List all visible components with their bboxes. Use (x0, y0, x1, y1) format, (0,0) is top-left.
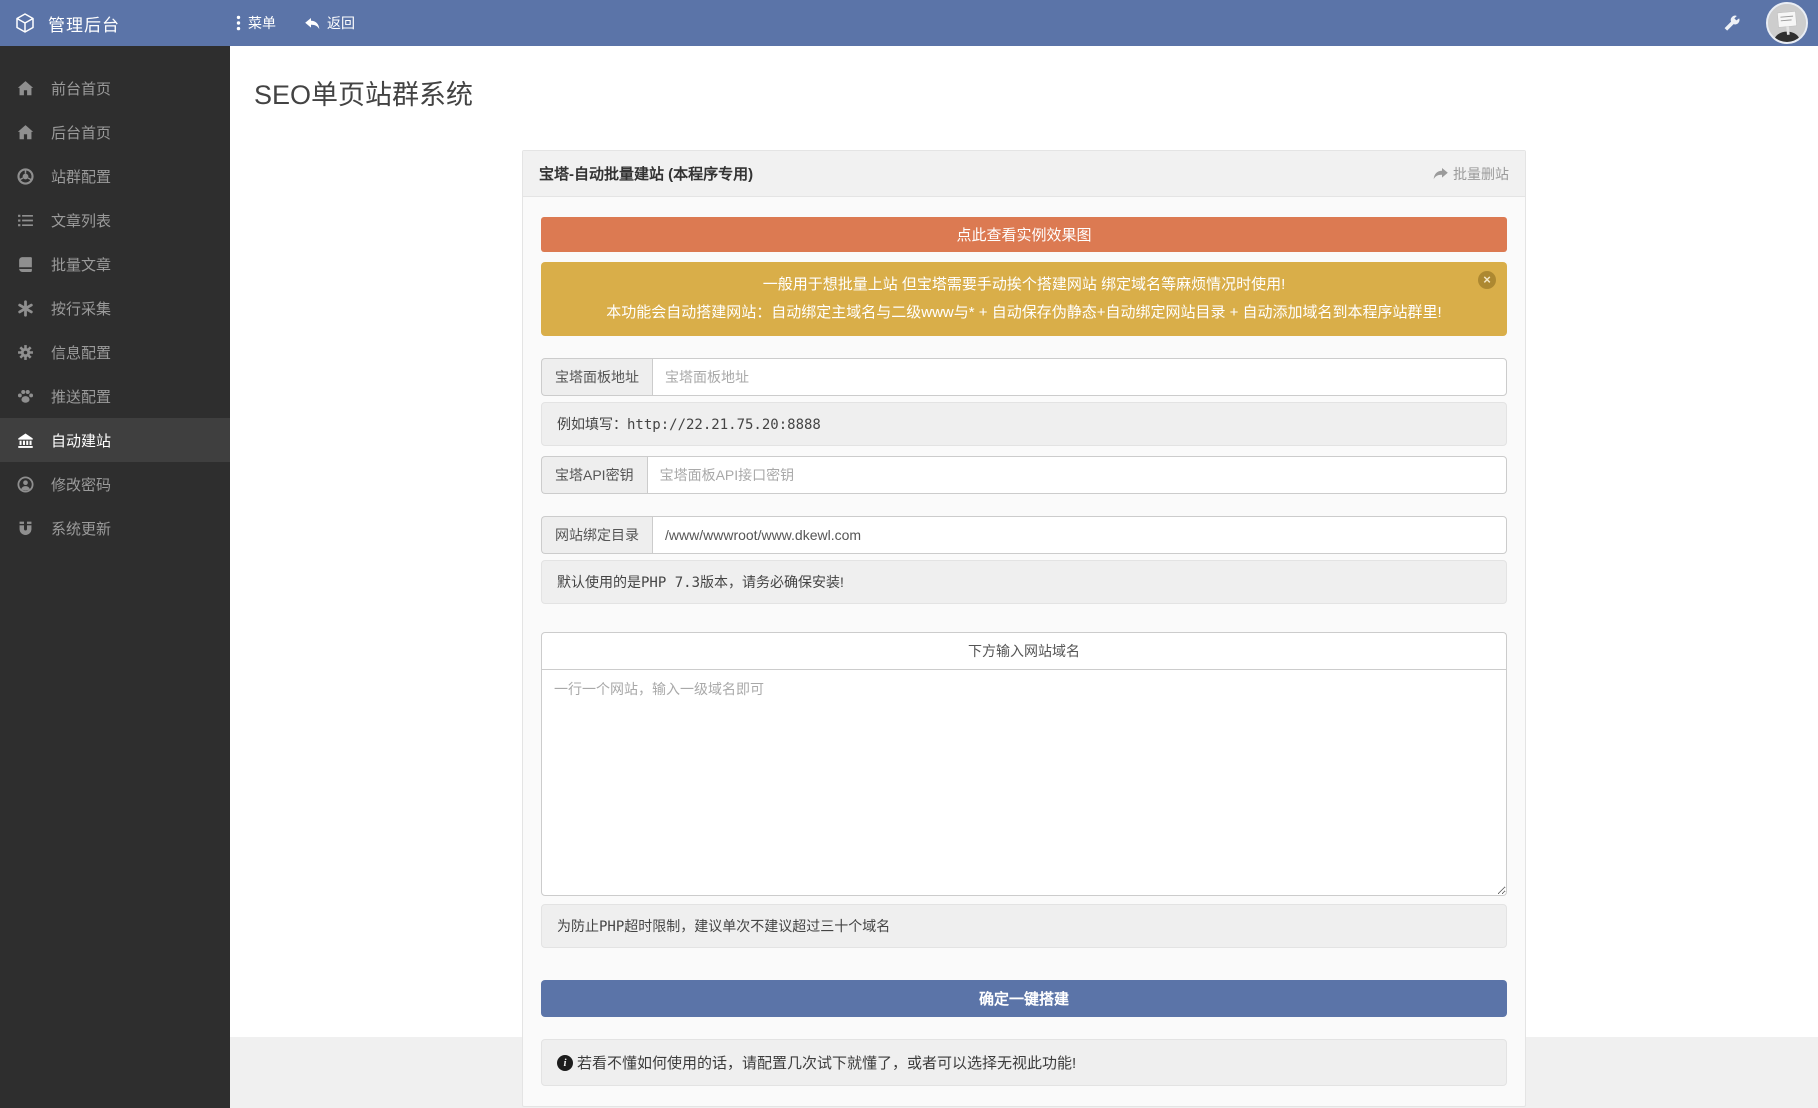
batch-delete-link[interactable]: 批量删站 (1433, 164, 1509, 184)
sidebar-item-label: 推送配置 (51, 386, 111, 407)
submit-build-button[interactable]: 确定一键搭建 (541, 980, 1507, 1017)
baota-panel: 宝塔-自动批量建站 (本程序专用) 批量删站 点此查看实例效果图 × 一般用于想… (522, 150, 1526, 1107)
php-version: PHP 7.3 (641, 575, 700, 591)
panel-url-label: 宝塔面板地址 (541, 358, 652, 396)
domains-header: 下方输入网站域名 (541, 632, 1507, 669)
list-icon (17, 212, 34, 229)
sidebar-item-batch-articles[interactable]: 批量文章 (0, 242, 230, 286)
api-key-label: 宝塔API密钥 (541, 456, 647, 494)
info-icon: i (557, 1055, 573, 1071)
sidebar-item-label: 自动建站 (51, 430, 111, 451)
php-version-help: 默认使用的是PHP 7.3版本，请务必确保安装! (541, 560, 1507, 604)
brand-title: 管理后台 (48, 11, 120, 36)
book-icon (17, 256, 34, 273)
bind-dir-label: 网站绑定目录 (541, 516, 652, 554)
footer-note: i 若看不懂如何使用的话，请配置几次试下就懂了，或者可以选择无视此功能! (541, 1039, 1507, 1086)
menu-label: 菜单 (248, 13, 276, 33)
domains-limit-help: 为防止PHP超时限制，建议单次不建议超过三十个域名 (541, 904, 1507, 948)
close-icon[interactable]: × (1478, 271, 1496, 289)
home-icon (17, 80, 34, 97)
main-content: SEO单页站群系统 宝塔-自动批量建站 (本程序专用) 批量删站 点此查看实例效… (230, 46, 1818, 1108)
sidebar-item-label: 按行采集 (51, 298, 111, 319)
ellipsis-v-icon (236, 15, 241, 31)
domains-textarea[interactable] (541, 669, 1507, 896)
sidebar-item-line-collect[interactable]: 按行采集 (0, 286, 230, 330)
panel-heading: 宝塔-自动批量建站 (本程序专用) 批量删站 (523, 151, 1525, 197)
sidebar-item-label: 后台首页 (51, 122, 111, 143)
sidebar-item-label: 前台首页 (51, 78, 111, 99)
sidebar-item-auto-build[interactable]: 自动建站 (0, 418, 230, 462)
bind-dir-input[interactable] (652, 516, 1507, 554)
panel-url-input[interactable] (652, 358, 1507, 396)
home-icon (17, 124, 34, 141)
paw-icon (17, 388, 34, 405)
footer-note-text: 若看不懂如何使用的话，请配置几次试下就懂了，或者可以选择无视此功能! (577, 1052, 1076, 1073)
bank-icon (17, 432, 34, 449)
sidebar-item-front-home[interactable]: 前台首页 (0, 66, 230, 110)
sidebar-item-label: 站群配置 (51, 166, 111, 187)
top-navbar: 管理后台 菜单 返回 (0, 0, 1818, 46)
example-url: http://22.21.75.20:8888 (627, 417, 821, 433)
brand[interactable]: 管理后台 (0, 11, 230, 36)
sidebar-item-label: 信息配置 (51, 342, 111, 363)
example-image-button[interactable]: 点此查看实例效果图 (541, 217, 1507, 252)
reply-arrow-icon (304, 16, 320, 31)
php-label: PHP (599, 919, 624, 935)
api-key-input[interactable] (647, 456, 1507, 494)
gear-icon (17, 344, 34, 361)
menu-toggle[interactable]: 菜单 (236, 13, 276, 33)
user-circle-icon (17, 476, 34, 493)
sidebar-item-push-config[interactable]: 推送配置 (0, 374, 230, 418)
magnet-icon (17, 520, 34, 537)
panel-title: 宝塔-自动批量建站 (本程序专用) (539, 163, 753, 184)
sidebar-item-label: 修改密码 (51, 474, 111, 495)
asterisk-icon (17, 300, 34, 317)
chrome-icon (17, 168, 34, 185)
sidebar-item-info-config[interactable]: 信息配置 (0, 330, 230, 374)
alert-line-2: 本功能会自动搭建网站：自动绑定主域名与二级www与* + 自动保存伪静态+自动绑… (593, 299, 1455, 327)
alert-line-1: 一般用于想批量上站 但宝塔需要手动挨个搭建网站 绑定域名等麻烦情况时使用! (593, 271, 1455, 299)
api-key-group: 宝塔API密钥 (541, 456, 1507, 494)
sidebar-item-change-password[interactable]: 修改密码 (0, 462, 230, 506)
panel-body: 点此查看实例效果图 × 一般用于想批量上站 但宝塔需要手动挨个搭建网站 绑定域名… (523, 197, 1525, 1106)
panel-url-group: 宝塔面板地址 (541, 358, 1507, 396)
usage-alert: × 一般用于想批量上站 但宝塔需要手动挨个搭建网站 绑定域名等麻烦情况时使用! … (541, 262, 1507, 336)
share-arrow-icon (1433, 166, 1449, 181)
sidebar-item-back-home[interactable]: 后台首页 (0, 110, 230, 154)
sidebar-item-system-update[interactable]: 系统更新 (0, 506, 230, 550)
sidebar-item-label: 批量文章 (51, 254, 111, 275)
back-label: 返回 (327, 13, 355, 33)
panel-url-help: 例如填写：http://22.21.75.20:8888 (541, 402, 1507, 446)
sidebar-item-label: 文章列表 (51, 210, 111, 231)
wrench-icon[interactable] (1723, 15, 1740, 32)
cube-logo-icon (14, 12, 36, 34)
sidebar-item-sitegroup-config[interactable]: 站群配置 (0, 154, 230, 198)
sidebar-menu: 前台首页 后台首页 站群配置 文章列表 批量文章 (0, 46, 230, 550)
user-avatar[interactable] (1766, 2, 1808, 44)
sidebar: 前台首页 后台首页 站群配置 文章列表 批量文章 (0, 46, 230, 1108)
batch-delete-label: 批量删站 (1453, 164, 1509, 184)
bind-dir-group: 网站绑定目录 (541, 516, 1507, 554)
page-title: SEO单页站群系统 (230, 46, 1818, 112)
sidebar-item-label: 系统更新 (51, 518, 111, 539)
sidebar-item-article-list[interactable]: 文章列表 (0, 198, 230, 242)
back-link[interactable]: 返回 (304, 13, 355, 33)
